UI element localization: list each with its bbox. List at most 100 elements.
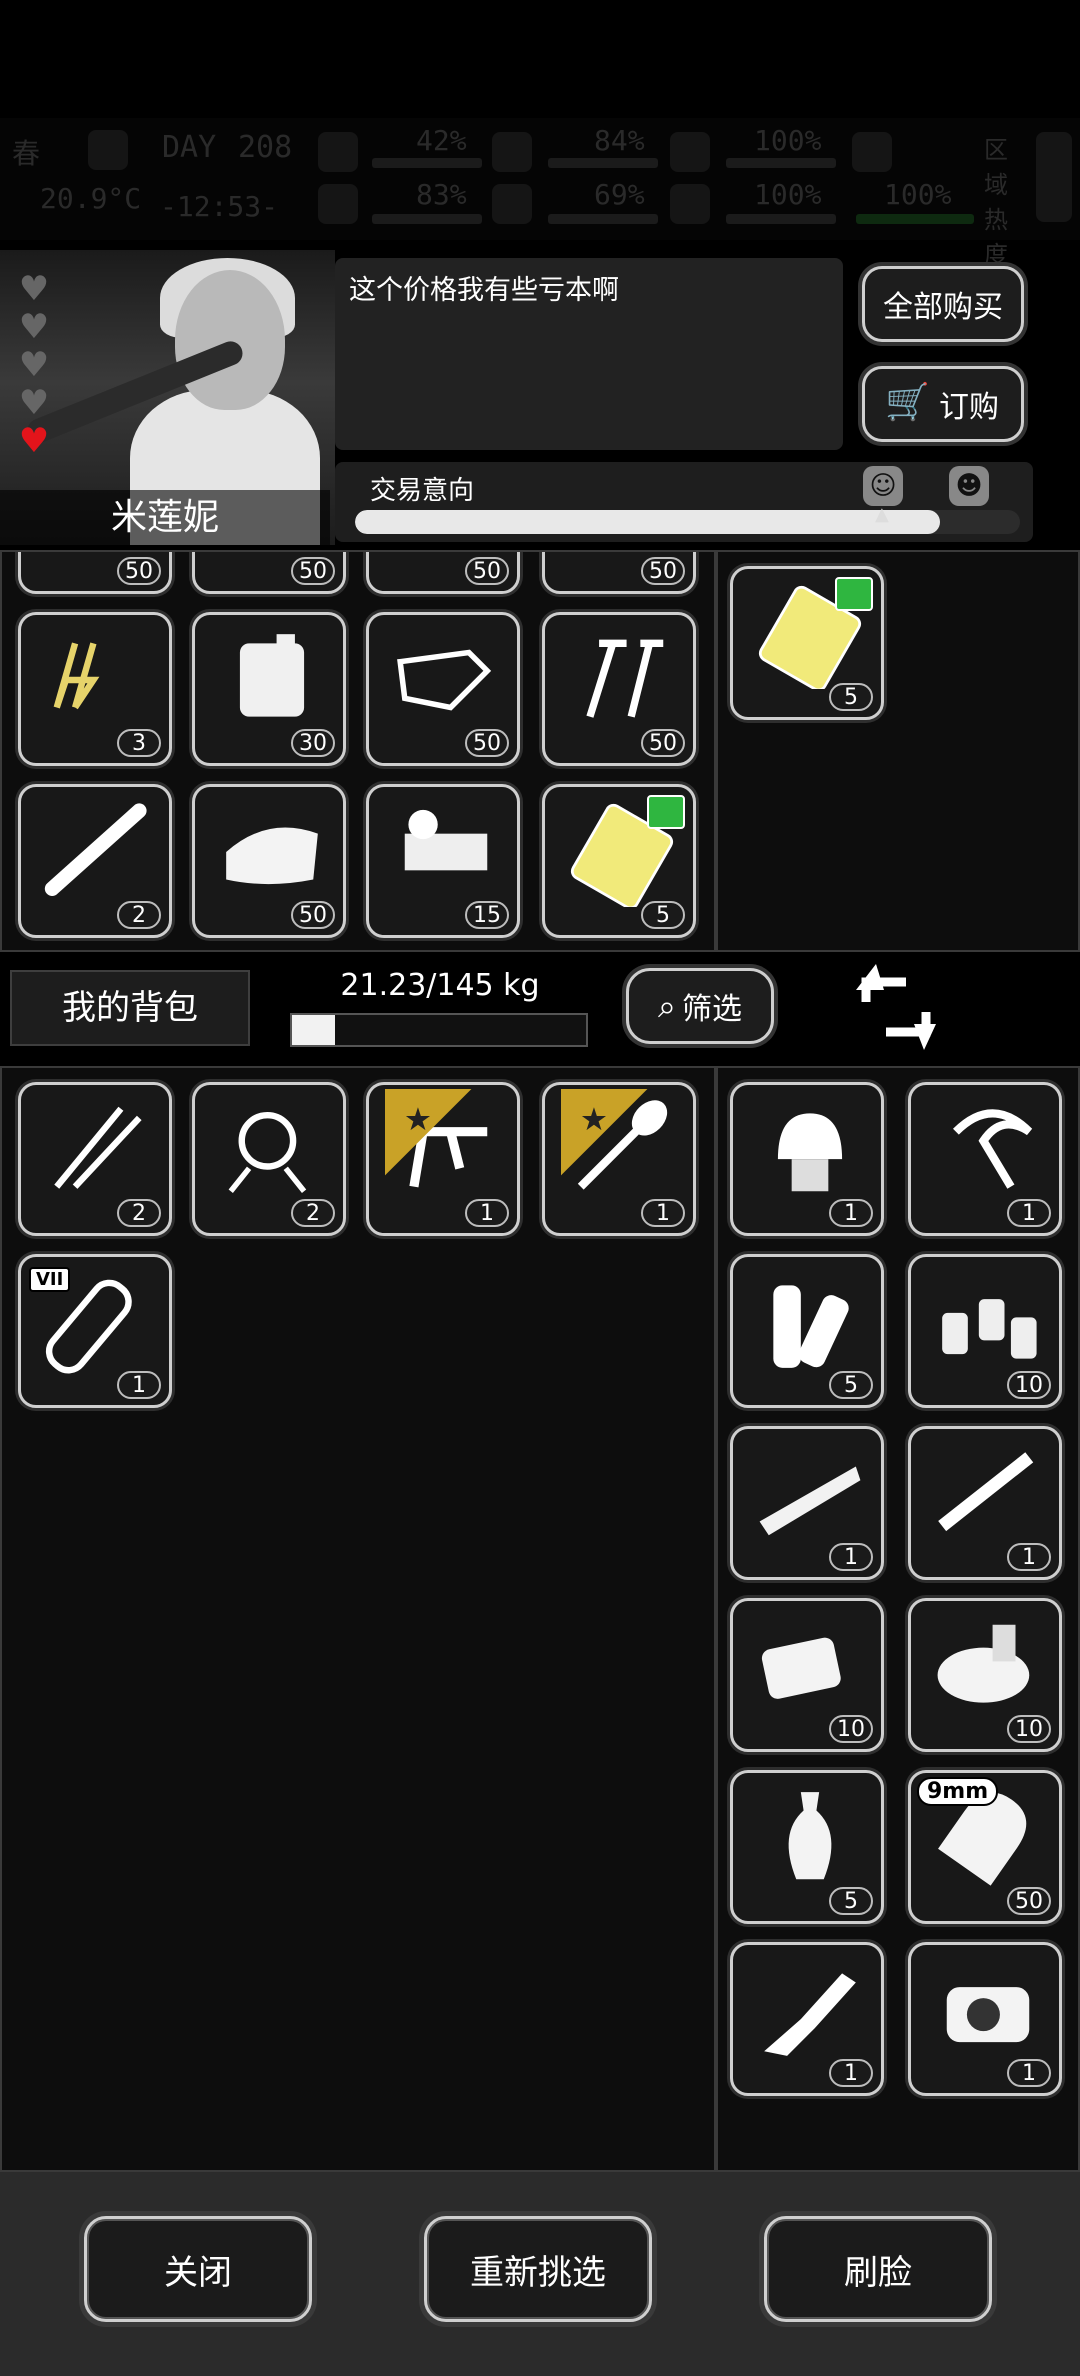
trade-item-slot[interactable]: 1 (730, 1942, 884, 2096)
trade-item-slot[interactable]: 5 (730, 1770, 884, 1924)
item-count: 1 (829, 1543, 873, 1571)
bag-item-slot[interactable]: VII 1 (18, 1254, 172, 1408)
armor-bar (726, 158, 836, 168)
item-count: 5 (829, 1887, 873, 1915)
trade-items-panel: 1 1 5 10 1 1 10 10 5 9mm 50 1 1 (716, 1066, 1080, 2172)
swap-arrows-icon[interactable] (856, 962, 936, 1052)
day-label: DAY (162, 130, 217, 165)
heart-filled-icon: ♥ (18, 421, 50, 461)
order-button-label: 订购 (939, 390, 999, 425)
flask-icon (852, 132, 892, 172)
filter-button[interactable]: ⌕ 筛选 (626, 968, 774, 1044)
buy-all-button[interactable]: 全部购买 (862, 266, 1024, 342)
canned-fish-icon (937, 1624, 1030, 1703)
order-button[interactable]: 🛒 订购 (862, 366, 1024, 442)
trade-intent-panel: 交易意向 ☺ ☻ ▲ (335, 462, 1033, 542)
heart-empty-icon: ♥ (18, 345, 50, 385)
tongs-icon (53, 642, 100, 710)
mood-bar (726, 214, 836, 224)
jerrycan-icon (239, 634, 305, 717)
shield-icon (670, 132, 710, 172)
merchant-item-slot[interactable]: 50 (366, 612, 520, 766)
item-count: 1 (641, 1199, 685, 1227)
sun-icon (88, 130, 128, 170)
item-count: 2 (291, 1199, 335, 1227)
merchant-side-item-slot[interactable]: 5 (730, 566, 884, 720)
item-count: 1 (829, 1199, 873, 1227)
item-count: 1 (465, 1199, 509, 1227)
vase-icon (788, 1792, 832, 1880)
merchant-item-slot[interactable]: 50 (542, 612, 696, 766)
bag-item-slot[interactable]: 2 (192, 1082, 346, 1236)
merchant-item-slot[interactable]: 3 (18, 612, 172, 766)
reselect-button[interactable]: 重新挑选 (424, 2216, 652, 2322)
helmet-icon (777, 1113, 843, 1192)
item-count: 5 (641, 901, 685, 929)
sanity-value: 83% (416, 178, 467, 211)
health-value: 42% (416, 124, 467, 157)
trade-item-slot[interactable]: 10 (730, 1598, 884, 1752)
merchant-item-slot[interactable]: 5 (542, 784, 696, 938)
bag-items-panel: 2 2 ★ 1 ★ 1 VII 1 (0, 1066, 716, 2172)
item-count: 50 (641, 557, 685, 585)
item-count: 50 (117, 557, 161, 585)
item-count: 50 (1007, 1887, 1051, 1915)
merchant-item-slot[interactable]: 15 (366, 784, 520, 938)
item-count: 50 (465, 729, 509, 757)
water-drop-icon (492, 184, 532, 224)
merchant-items-panel: 50 50 50 50 3 30 50 50 2 50 15 5 (0, 550, 716, 952)
merchant-item-slot[interactable]: 50 (18, 552, 172, 594)
day-value: 208 (238, 130, 293, 165)
item-count: 5 (829, 683, 873, 711)
thirst-value: 69% (594, 178, 645, 211)
list-badge-icon (835, 577, 873, 611)
item-count: 1 (117, 1371, 161, 1399)
item-count: 15 (465, 901, 509, 929)
merchant-item-slot[interactable]: 30 (192, 612, 346, 766)
brain-icon (318, 184, 358, 224)
item-count: 2 (117, 1199, 161, 1227)
tier-tag: VII (29, 1267, 71, 1292)
close-button[interactable]: 关闭 (84, 2216, 312, 2322)
bag-item-slot[interactable]: ★ 1 (366, 1082, 520, 1236)
heart-empty-icon: ♥ (18, 269, 50, 309)
face-scan-button[interactable]: 刷脸 (764, 2216, 992, 2322)
trade-item-slot[interactable]: 9mm 50 (908, 1770, 1062, 1924)
thirst-bar (548, 214, 658, 224)
affection-hearts: ♥ ♥ ♥ ♥ ♥ (14, 272, 64, 462)
bag-item-slot[interactable]: 2 (18, 1082, 172, 1236)
item-count: 1 (1007, 1199, 1051, 1227)
trade-item-slot[interactable]: 1 (730, 1426, 884, 1580)
stomach-icon (492, 132, 532, 172)
item-count: 50 (465, 557, 509, 585)
search-icon: ⌕ (658, 986, 676, 1025)
npc-name: 米莲妮 (0, 490, 330, 546)
trade-item-slot[interactable]: 10 (908, 1254, 1062, 1408)
trade-item-slot[interactable]: 1 (908, 1942, 1062, 2096)
hunger-bar (548, 158, 658, 168)
item-count: 10 (829, 1715, 873, 1743)
medkit-icon (318, 132, 358, 172)
my-bag-label: 我的背包 (10, 970, 250, 1046)
shopping-cart-icon: 🛒 (885, 382, 930, 423)
merchant-item-slot[interactable]: 2 (18, 784, 172, 938)
item-count: 30 (291, 729, 335, 757)
item-count: 1 (1007, 2059, 1051, 2087)
trade-item-slot[interactable]: 5 (730, 1254, 884, 1408)
picks-icon (54, 1106, 142, 1189)
merchant-item-slot[interactable]: 50 (192, 784, 346, 938)
metal-scrap-icon (397, 649, 492, 711)
merchant-item-slot[interactable]: 50 (192, 552, 346, 594)
trade-item-slot[interactable]: 10 (908, 1598, 1062, 1752)
trade-item-slot[interactable]: 1 (730, 1082, 884, 1236)
bag-item-slot[interactable]: ★ 1 (542, 1082, 696, 1236)
star-badge-icon: ★ (545, 1085, 648, 1176)
caliber-tag: 9mm (917, 1777, 999, 1806)
trade-item-slot[interactable]: 1 (908, 1426, 1062, 1580)
heart-empty-icon: ♥ (18, 383, 50, 423)
merchant-item-slot[interactable]: 50 (366, 552, 520, 594)
trade-item-slot[interactable]: 1 (908, 1082, 1062, 1236)
merchant-item-slot[interactable]: 50 (542, 552, 696, 594)
svg-text:★: ★ (404, 1102, 432, 1138)
item-count: 5 (829, 1371, 873, 1399)
